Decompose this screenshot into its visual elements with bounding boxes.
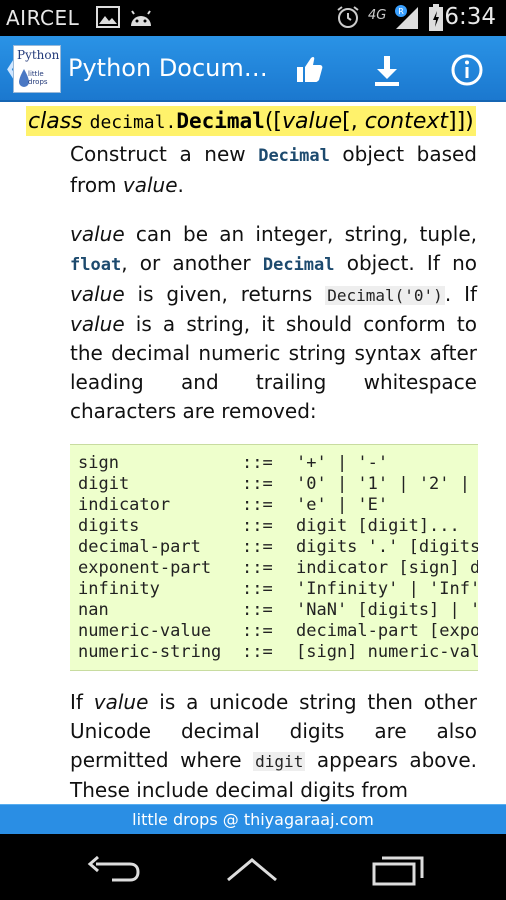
android-icon <box>128 6 154 32</box>
carrier-name: AIRCEL <box>6 6 80 30</box>
info-icon <box>451 54 483 86</box>
network-type: 4G <box>368 8 387 23</box>
footer-banner[interactable]: little drops @ thiyagaraaj.com <box>0 804 506 834</box>
back-button[interactable] <box>82 852 142 886</box>
recent-apps-icon <box>372 856 424 886</box>
logo-text: Python <box>17 48 60 62</box>
decimal-link[interactable]: Decimal <box>258 146 330 166</box>
page-title: Python Docum… <box>68 54 268 82</box>
back-icon <box>87 855 140 882</box>
document-content[interactable]: class decimal.Decimal([value[, context]]… <box>0 102 506 804</box>
paragraph-value: value can be an integer, string, tuple, … <box>70 222 478 423</box>
digit-literal: digit <box>253 752 306 771</box>
logo-subtext: little drops <box>28 70 48 86</box>
action-bar: ❮ Python little drops Python Docum… <box>0 36 506 102</box>
image-icon <box>96 6 120 32</box>
app-logo[interactable]: Python little drops <box>13 45 61 93</box>
like-button[interactable] <box>289 50 329 90</box>
footer-text: little drops @ thiyagaraaj.com <box>132 810 374 829</box>
navigation-bar <box>0 834 506 900</box>
alarm-icon <box>336 5 360 33</box>
home-button[interactable] <box>222 852 282 886</box>
float-link[interactable]: float <box>70 255 121 275</box>
download-icon <box>375 56 399 86</box>
like-icon <box>297 56 323 82</box>
status-bar: AIRCEL 4G R 6:34 <box>0 0 506 36</box>
class-signature: class decimal.Decimal([value[, context]]… <box>26 106 476 136</box>
paragraph-construct: Construct a new Decimal object based fro… <box>70 142 478 197</box>
signal-icon: R <box>392 4 422 34</box>
clock: 6:34 <box>444 4 496 30</box>
recent-apps-button[interactable] <box>368 852 428 886</box>
decimal-link-2[interactable]: Decimal <box>263 255 335 275</box>
info-button[interactable] <box>447 50 487 90</box>
download-button[interactable] <box>367 50 407 90</box>
home-icon <box>227 858 277 882</box>
svg-text:R: R <box>398 7 404 16</box>
grammar-code-block[interactable]: sign::= '+' | '-' digit::= '0' | '1' | '2'… <box>70 444 478 671</box>
paragraph-unicode: If value is a unicode string then other … <box>70 690 477 802</box>
decimal-zero-literal: Decimal('0') <box>325 286 445 305</box>
battery-icon <box>428 4 444 36</box>
